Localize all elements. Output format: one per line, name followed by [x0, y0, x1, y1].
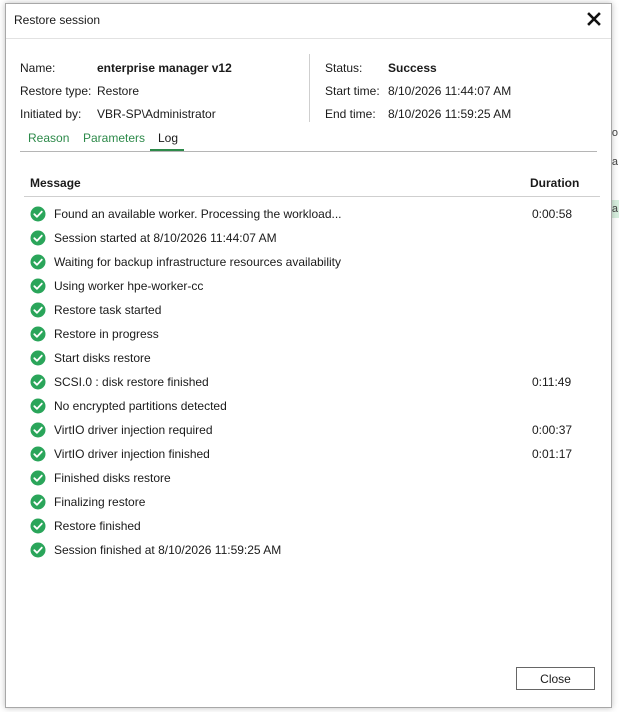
log-message: Finalizing restore	[54, 495, 146, 509]
log-row[interactable]: Using worker hpe-worker-cc	[24, 275, 600, 299]
column-header-duration[interactable]: Duration	[530, 176, 579, 190]
background-glyph: o	[611, 127, 618, 139]
log-row[interactable]: Finalizing restore	[24, 491, 600, 515]
success-check-icon	[30, 398, 46, 414]
end-time-value: 8/10/2026 11:59:25 AM	[388, 106, 512, 121]
log-message: Using worker hpe-worker-cc	[54, 279, 204, 293]
log-row[interactable]: Session finished at 8/10/2026 11:59:25 A…	[24, 539, 600, 563]
status-label: Status:	[325, 60, 363, 75]
log-message: Waiting for backup infrastructure resour…	[54, 255, 342, 269]
success-check-icon	[30, 470, 46, 486]
success-check-icon	[30, 542, 46, 558]
background-glyph: a	[611, 156, 618, 168]
name-value: enterprise manager v12	[97, 60, 232, 75]
restore-session-dialog: Restore session Name: enterprise manager…	[5, 3, 612, 708]
success-check-icon	[30, 206, 46, 222]
log-message: Restore finished	[54, 519, 141, 533]
success-check-icon	[30, 374, 46, 390]
success-check-icon	[30, 278, 46, 294]
log-duration: 0:00:37	[532, 423, 573, 437]
success-check-icon	[30, 302, 46, 318]
log-message: No encrypted partitions detected	[54, 399, 227, 413]
success-check-icon	[30, 350, 46, 366]
log-row[interactable]: Start disks restore	[24, 347, 600, 371]
log-message: SCSI.0 : disk restore finished	[54, 375, 209, 389]
log-message: Start disks restore	[54, 351, 151, 365]
log-message: Finished disks restore	[54, 471, 171, 485]
log-row[interactable]: Restore finished	[24, 515, 600, 539]
log-row[interactable]: No encrypted partitions detected	[24, 395, 600, 419]
background-glyph: a	[611, 203, 618, 215]
log-row[interactable]: VirtIO driver injection finished 0:01:17	[24, 443, 600, 467]
log-row[interactable]: Restore in progress	[24, 323, 600, 347]
log-message: Found an available worker. Processing th…	[54, 207, 342, 221]
log-message: Session finished at 8/10/2026 11:59:25 A…	[54, 543, 282, 557]
close-icon[interactable]	[586, 10, 602, 28]
log-message: Session started at 8/10/2026 11:44:07 AM	[54, 231, 277, 245]
log-row[interactable]: VirtIO driver injection required 0:00:37	[24, 419, 600, 443]
log-rows: Found an available worker. Processing th…	[24, 203, 600, 563]
start-time-value: 8/10/2026 11:44:07 AM	[388, 83, 512, 98]
session-info-right: Status: Success Start time: 8/10/2026 11…	[325, 56, 511, 125]
name-label: Name:	[20, 60, 56, 75]
column-header-message[interactable]: Message	[30, 176, 81, 190]
window-title: Restore session	[14, 13, 101, 27]
success-check-icon	[30, 518, 46, 534]
initiated-by-value: VBR-SP\Administrator	[97, 106, 216, 121]
start-time-label: Start time:	[325, 83, 380, 98]
title-bar: Restore session	[6, 4, 611, 39]
success-check-icon	[30, 326, 46, 342]
log-row[interactable]: SCSI.0 : disk restore finished 0:11:49	[24, 371, 600, 395]
log-table-header: Message Duration	[24, 170, 600, 197]
tab-log[interactable]: Log	[149, 131, 185, 151]
restore-type-label: Restore type:	[20, 83, 92, 98]
log-table: Message Duration Found an available work…	[24, 170, 600, 563]
initiated-by-label: Initiated by:	[20, 106, 82, 121]
success-check-icon	[30, 422, 46, 438]
log-message: VirtIO driver injection required	[54, 423, 213, 437]
log-duration: 0:11:49	[532, 375, 572, 389]
success-check-icon	[30, 254, 46, 270]
log-message: VirtIO driver injection finished	[54, 447, 210, 461]
log-row[interactable]: Waiting for backup infrastructure resour…	[24, 251, 600, 275]
log-duration: 0:01:17	[532, 447, 573, 461]
tab-reason[interactable]: Reason	[28, 131, 69, 145]
log-row[interactable]: Found an available worker. Processing th…	[24, 203, 600, 227]
restore-type-value: Restore	[97, 83, 140, 98]
session-info-left: Name: enterprise manager v12 Restore typ…	[20, 56, 232, 125]
log-duration: 0:00:58	[532, 207, 573, 221]
log-message: Restore in progress	[54, 327, 159, 341]
tab-strip: Reason Parameters Log	[20, 129, 597, 152]
close-button[interactable]: Close	[516, 667, 595, 690]
success-check-icon	[30, 494, 46, 510]
success-check-icon	[30, 230, 46, 246]
status-value: Success	[388, 60, 437, 75]
info-divider	[309, 54, 310, 122]
log-row[interactable]: Finished disks restore	[24, 467, 600, 491]
tab-parameters[interactable]: Parameters	[83, 131, 145, 145]
log-message: Restore task started	[54, 303, 162, 317]
log-row[interactable]: Session started at 8/10/2026 11:44:07 AM	[24, 227, 600, 251]
end-time-label: End time:	[325, 106, 376, 121]
log-row[interactable]: Restore task started	[24, 299, 600, 323]
success-check-icon	[30, 446, 46, 462]
